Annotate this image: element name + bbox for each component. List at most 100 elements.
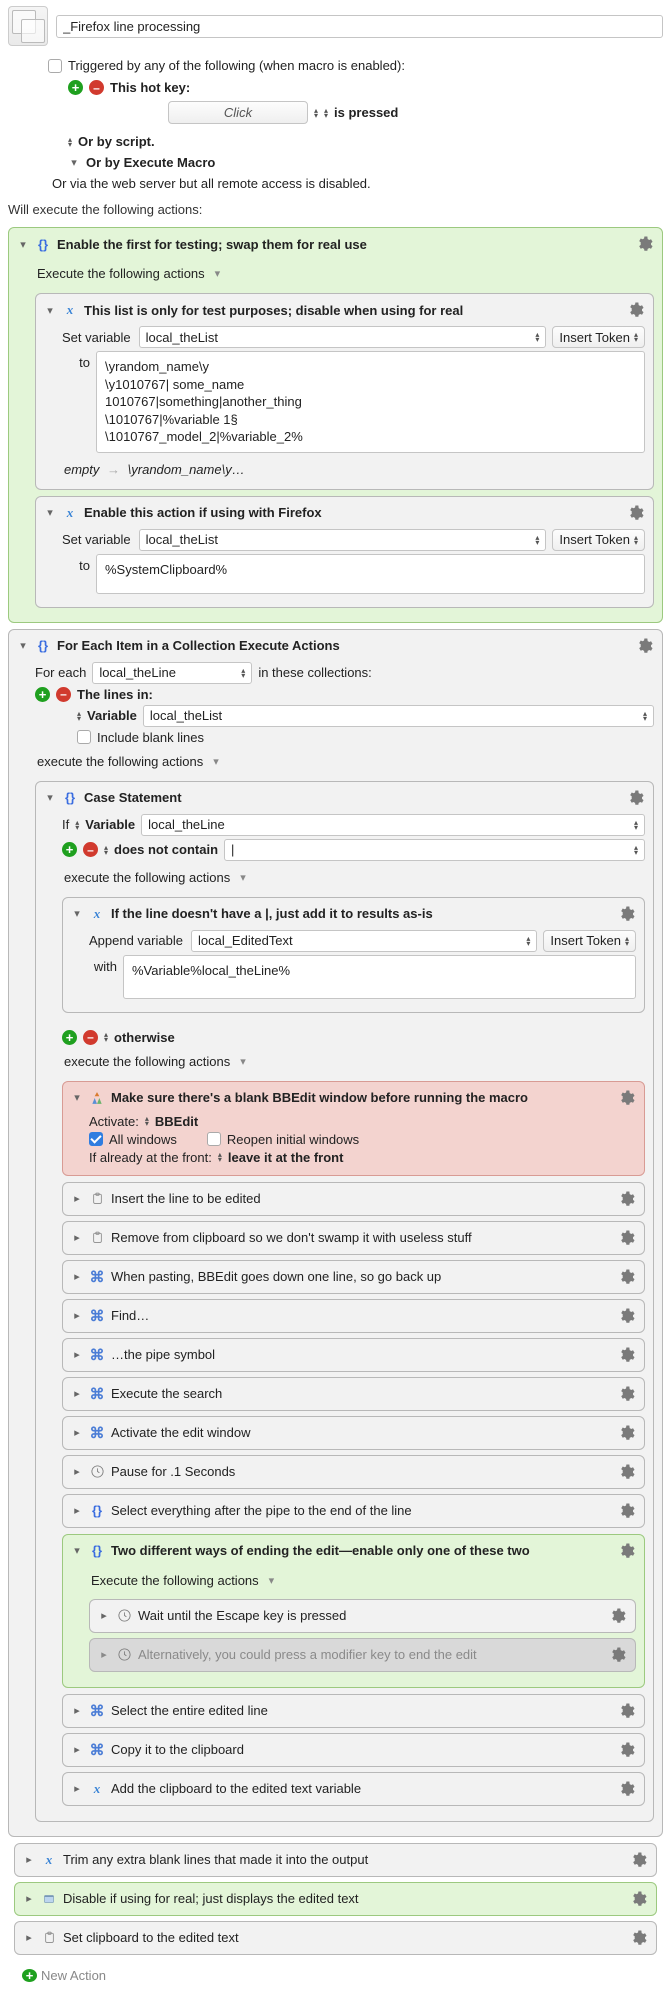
disclose-toggle[interactable]: [71, 1465, 83, 1478]
remove-branch-button[interactable]: [83, 1030, 98, 1045]
remove-condition-button[interactable]: [83, 842, 98, 857]
action-collapsed[interactable]: Copy it to the clipboard: [62, 1733, 645, 1767]
gear-button[interactable]: [607, 1606, 627, 1626]
insert-token-menu[interactable]: Insert Token: [552, 529, 645, 551]
disclose-toggle[interactable]: [71, 907, 83, 920]
action-collapsed[interactable]: Select everything after the pipe to the …: [62, 1494, 645, 1528]
include-blank-checkbox[interactable]: [77, 730, 91, 744]
action-collapsed[interactable]: Insert the line to be edited: [62, 1182, 645, 1216]
macro-icon[interactable]: [8, 6, 48, 46]
group-menu[interactable]: [215, 267, 221, 280]
disclose-toggle[interactable]: [71, 1387, 83, 1400]
gear-button[interactable]: [616, 1228, 636, 1248]
variable-name-field[interactable]: local_EditedText: [191, 930, 537, 952]
gear-button[interactable]: [616, 1740, 636, 1760]
macro-title-field[interactable]: [56, 15, 663, 38]
disclose-toggle[interactable]: [71, 1743, 83, 1756]
add-condition-button[interactable]: [62, 842, 77, 857]
disclose-toggle[interactable]: [71, 1704, 83, 1717]
source-type-menu[interactable]: [77, 711, 81, 721]
gear-button[interactable]: [616, 1541, 636, 1561]
group-menu[interactable]: [240, 1055, 246, 1068]
gear-button[interactable]: [616, 1345, 636, 1365]
gear-button[interactable]: [634, 234, 654, 254]
gear-button[interactable]: [625, 788, 645, 808]
action-collapsed[interactable]: When pasting, BBEdit goes down one line,…: [62, 1260, 645, 1294]
gear-button[interactable]: [616, 1501, 636, 1521]
disclose-toggle[interactable]: [23, 1853, 35, 1866]
gear-button[interactable]: [616, 1384, 636, 1404]
gear-button[interactable]: [616, 1088, 636, 1108]
gear-button[interactable]: [616, 1462, 636, 1482]
disclose-toggle[interactable]: [44, 304, 56, 317]
action-collapsed[interactable]: Pause for .1 Seconds: [62, 1455, 645, 1489]
disclose-toggle[interactable]: [44, 791, 56, 804]
action-foreach[interactable]: For Each Item in a Collection Execute Ac…: [8, 629, 663, 1837]
or-script-toggle[interactable]: [68, 137, 72, 147]
condition-type-menu[interactable]: [104, 845, 108, 855]
gear-button[interactable]: [616, 1423, 636, 1443]
action-collapsed[interactable]: Find…: [62, 1299, 645, 1333]
disclose-toggle[interactable]: [23, 1931, 35, 1944]
variable-value-field[interactable]: %SystemClipboard%: [96, 554, 645, 594]
action-collapsed[interactable]: Set clipboard to the edited text: [14, 1921, 657, 1955]
disclose-toggle[interactable]: [17, 639, 29, 652]
disclose-toggle[interactable]: [71, 1270, 83, 1283]
group-enable-first[interactable]: Enable the first for testing; swap them …: [8, 227, 663, 623]
gear-button[interactable]: [628, 1850, 648, 1870]
group-menu[interactable]: [269, 1574, 275, 1587]
gear-button[interactable]: [616, 904, 636, 924]
group-menu[interactable]: [213, 755, 219, 768]
action-collapsed[interactable]: Remove from clipboard so we don't swamp …: [62, 1221, 645, 1255]
foreach-variable-field[interactable]: local_theLine: [92, 662, 252, 684]
gear-button[interactable]: [607, 1645, 627, 1665]
disclose-toggle[interactable]: [71, 1544, 83, 1557]
gear-button[interactable]: [628, 1928, 648, 1948]
action-alt-modifier-disabled[interactable]: Alternatively, you could press a modifie…: [89, 1638, 636, 1672]
action-collapsed[interactable]: Activate the edit window: [62, 1416, 645, 1450]
gear-button[interactable]: [616, 1267, 636, 1287]
gear-button[interactable]: [625, 503, 645, 523]
if-variable-field[interactable]: local_theLine: [141, 814, 645, 836]
source-variable-field[interactable]: local_theList: [143, 705, 654, 727]
or-execmacro-toggle[interactable]: [68, 156, 80, 169]
gear-button[interactable]: [634, 636, 654, 656]
disclose-toggle[interactable]: [71, 1782, 83, 1795]
gear-button[interactable]: [616, 1701, 636, 1721]
disclose-toggle[interactable]: [71, 1309, 83, 1322]
action-collapsed[interactable]: Select the entire edited line: [62, 1694, 645, 1728]
action-collapsed[interactable]: …the pipe symbol: [62, 1338, 645, 1372]
all-windows-checkbox[interactable]: [89, 1132, 103, 1146]
insert-token-menu[interactable]: Insert Token: [552, 326, 645, 348]
group-menu[interactable]: [240, 871, 246, 884]
add-collection-button[interactable]: [35, 687, 50, 702]
disclose-toggle[interactable]: [71, 1091, 83, 1104]
if-source-menu[interactable]: [75, 820, 79, 830]
disclose-toggle[interactable]: [71, 1192, 83, 1205]
gear-button[interactable]: [616, 1779, 636, 1799]
variable-value-field[interactable]: \yrandom_name\y \y1010767| some_name 101…: [96, 351, 645, 453]
add-trigger-button[interactable]: [68, 80, 83, 95]
action-wait-escape[interactable]: Wait until the Escape key is pressed: [89, 1599, 636, 1633]
action-collapsed[interactable]: Disable if using for real; just displays…: [14, 1882, 657, 1916]
group-two-ways[interactable]: Two different ways of ending the edit—en…: [62, 1534, 645, 1688]
press-mode-dropdown[interactable]: [324, 108, 328, 118]
action-collapsed[interactable]: Execute the search: [62, 1377, 645, 1411]
action-append-variable[interactable]: If the line doesn't have a |, just add i…: [62, 897, 645, 1013]
app-picker[interactable]: [145, 1116, 149, 1126]
disclose-toggle[interactable]: [98, 1648, 110, 1661]
gear-button[interactable]: [616, 1189, 636, 1209]
gear-button[interactable]: [616, 1306, 636, 1326]
variable-value-field[interactable]: %Variable%local_theLine%: [123, 955, 636, 999]
insert-token-menu[interactable]: Insert Token: [543, 930, 636, 952]
action-set-testlist[interactable]: This list is only for test purposes; dis…: [35, 293, 654, 490]
disclose-toggle[interactable]: [98, 1609, 110, 1622]
disclose-toggle[interactable]: [71, 1426, 83, 1439]
action-case[interactable]: Case Statement If Variable local_theLine…: [35, 781, 654, 1822]
disclose-toggle[interactable]: [71, 1504, 83, 1517]
hotkey-dropdown[interactable]: [314, 108, 318, 118]
triggered-checkbox[interactable]: [48, 59, 62, 73]
add-branch-button[interactable]: [62, 1030, 77, 1045]
variable-name-field[interactable]: local_theList: [139, 529, 547, 551]
disclose-toggle[interactable]: [23, 1892, 35, 1905]
